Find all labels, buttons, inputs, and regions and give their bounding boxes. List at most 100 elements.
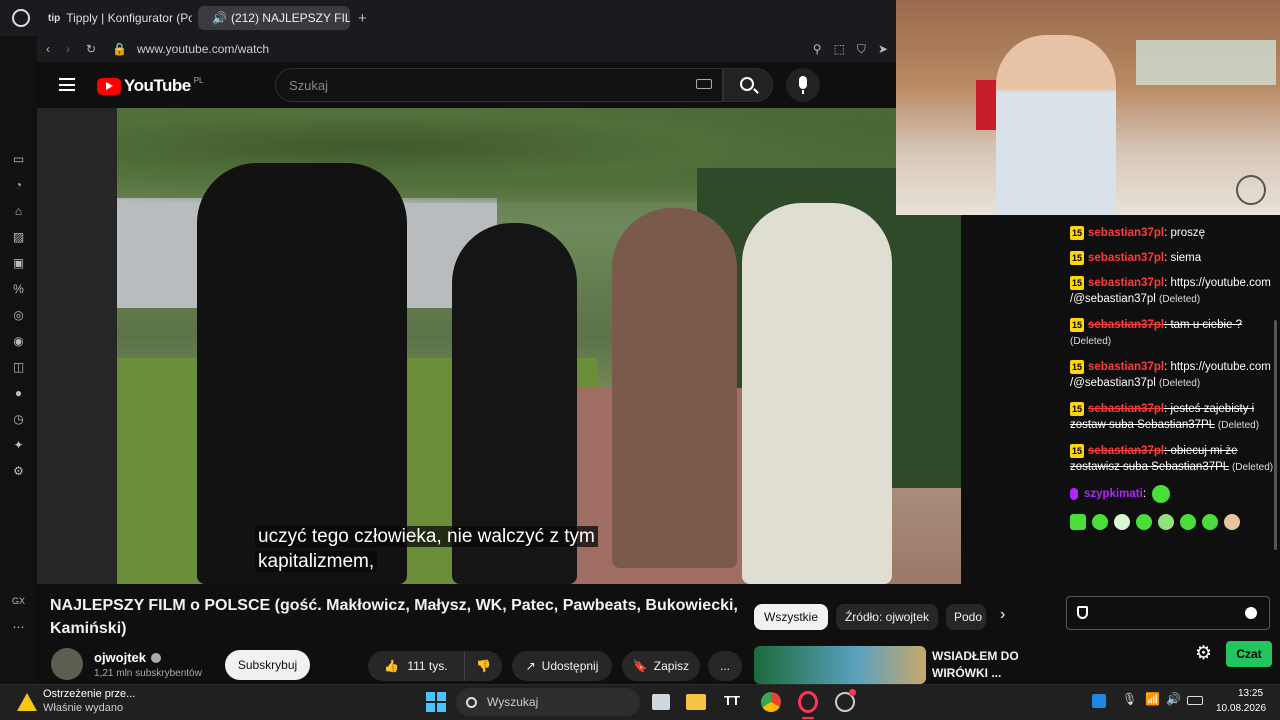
- like-button[interactable]: 👍 111 tys.: [368, 651, 464, 681]
- thumbs-down-icon: 👎: [476, 659, 491, 673]
- battery-icon[interactable]: [1187, 696, 1203, 705]
- menu-icon[interactable]: [59, 78, 75, 91]
- search-button[interactable]: [723, 68, 773, 102]
- settings-icon[interactable]: ⚙: [11, 463, 27, 479]
- channel-name[interactable]: ojwojtek: [94, 650, 162, 665]
- sub-badge-icon: 15: [1070, 443, 1084, 458]
- tab-label: (212) NAJLEPSZY FILM: [230, 11, 350, 25]
- channel-avatar[interactable]: [51, 648, 83, 680]
- clock-time[interactable]: 13:25: [1238, 688, 1263, 699]
- cards-icon[interactable]: ▨: [11, 229, 27, 245]
- volume-icon[interactable]: 🔊: [1166, 692, 1181, 706]
- url-field[interactable]: www.youtube.com/watch: [137, 42, 269, 56]
- chat-username[interactable]: sebastian37pl: [1088, 445, 1164, 457]
- back-icon[interactable]: ‹: [46, 42, 50, 56]
- more-actions-button[interactable]: ...: [708, 651, 742, 681]
- tidal-icon[interactable]: TT: [724, 693, 740, 708]
- warning-icon[interactable]: [17, 693, 37, 711]
- sub-badge-icon: 15: [1070, 225, 1084, 240]
- emote-row: [1064, 510, 1280, 534]
- chip-source[interactable]: Źródło: ojwojtek: [836, 604, 938, 630]
- gamepad-icon[interactable]: ▭: [11, 151, 27, 167]
- chat-username[interactable]: sebastian37pl: [1088, 361, 1164, 373]
- shield-icon[interactable]: ⛉: [857, 42, 866, 57]
- send-icon[interactable]: ➤: [878, 42, 888, 56]
- more-icon[interactable]: ⋯: [11, 619, 27, 635]
- snapshot-icon[interactable]: ⬚: [834, 42, 845, 56]
- chat-send-button[interactable]: Czat: [1226, 641, 1272, 667]
- chat-message: 15 sebastian37pl: https://youtube.com /@s…: [1064, 273, 1280, 310]
- shield-icon[interactable]: [1077, 606, 1088, 619]
- notification-title[interactable]: Ostrzeżenie prze...: [43, 688, 135, 700]
- channel-name-text: ojwojtek: [94, 650, 147, 665]
- sub-badge-icon: 15: [1070, 250, 1084, 265]
- chat-username[interactable]: sebastian37pl: [1088, 277, 1164, 289]
- new-tab-button[interactable]: +: [358, 10, 367, 27]
- taskbar-search[interactable]: Wyszukaj: [456, 688, 640, 716]
- smiley-emote-icon: [1152, 485, 1171, 503]
- video-player[interactable]: [37, 108, 961, 584]
- recommended-title-line-1: WSIADŁEM DO: [932, 649, 1019, 663]
- bag-icon[interactable]: ⌂: [11, 203, 27, 219]
- extensions-icon[interactable]: ✦: [11, 437, 27, 453]
- stream-chat: 15 sebastian37pl: proszę 15 sebastian37pl:…: [1064, 215, 1280, 593]
- pin-icon[interactable]: ⚲: [813, 42, 822, 56]
- chat-input[interactable]: [1066, 596, 1270, 630]
- keyboard-icon[interactable]: [696, 79, 712, 89]
- youtube-logo-text: YouTube: [124, 76, 191, 95]
- subscribe-button[interactable]: Subskrybuj: [225, 650, 310, 680]
- tab-youtube[interactable]: 🔊 (212) NAJLEPSZY FILM: [198, 6, 350, 30]
- address-bar: ‹ › ↻ 🔒 www.youtube.com/watch ⚲ ⬚ ⛉ ➤: [36, 36, 896, 62]
- chip-all[interactable]: Wszystkie: [754, 604, 828, 630]
- chat-settings-icon[interactable]: ⚙: [1195, 642, 1212, 665]
- sub-badge-icon: 15: [1070, 359, 1084, 374]
- tipply-favicon-icon: tip: [48, 12, 61, 24]
- whatsapp-icon[interactable]: ◉: [11, 333, 27, 349]
- recommended-thumbnail[interactable]: [754, 646, 926, 684]
- opera-gx-icon[interactable]: [798, 691, 818, 713]
- chat-username[interactable]: szypkimati: [1084, 486, 1143, 502]
- person-white-sweater: [742, 203, 892, 584]
- voice-search-button[interactable]: [786, 68, 820, 102]
- save-button[interactable]: 🔖 Zapisz: [622, 651, 700, 681]
- music-icon[interactable]: ▣: [11, 255, 27, 271]
- task-view-icon[interactable]: [652, 694, 670, 710]
- reload-icon[interactable]: ↻: [86, 42, 96, 56]
- youtube-play-icon: [97, 77, 121, 95]
- forward-icon[interactable]: ›: [66, 42, 70, 56]
- clock-icon[interactable]: ◷: [11, 411, 27, 427]
- tab-tipply[interactable]: tip Tipply | Konfigurator (Powe: [40, 6, 192, 30]
- wifi-icon[interactable]: 📶: [1145, 692, 1160, 706]
- chat-username[interactable]: sebastian37pl: [1088, 227, 1164, 239]
- youtube-logo[interactable]: YouTube PL: [97, 76, 204, 96]
- history-icon[interactable]: ◔: [11, 177, 27, 193]
- browser-tab-bar: tip Tipply | Konfigurator (Powe 🔊 (212) …: [0, 0, 896, 36]
- share-button[interactable]: ↗ Udostępnij: [512, 651, 612, 681]
- opera-sidebar: ▭ ◔ ⌂ ▨ ▣ % ◎ ◉ ◫ ● ◷ ✦ ⚙ GX ⋯: [0, 36, 37, 684]
- tray-mic-icon[interactable]: 🎙: [1122, 692, 1137, 706]
- chat-username[interactable]: sebastian37pl: [1088, 319, 1164, 331]
- file-explorer-icon[interactable]: [686, 694, 706, 710]
- chat-scrollbar[interactable]: [1274, 320, 1277, 550]
- chip-similar[interactable]: Podo: [946, 604, 986, 630]
- chat-username[interactable]: sebastian37pl: [1088, 252, 1164, 264]
- emoji-icon[interactable]: [1245, 607, 1257, 619]
- dislike-button[interactable]: 👎: [464, 651, 502, 681]
- tray-app-icon[interactable]: [1092, 694, 1106, 708]
- thumbs-up-icon: 👍: [384, 659, 400, 673]
- recommended-title[interactable]: WSIADŁEM DO WIRÓWKI ...: [932, 648, 1019, 682]
- chrome-icon[interactable]: [761, 692, 781, 712]
- spotify-icon[interactable]: ●: [11, 385, 27, 401]
- chat-username[interactable]: sebastian37pl: [1088, 403, 1164, 415]
- instagram-icon[interactable]: ◫: [11, 359, 27, 375]
- messenger-icon[interactable]: ◎: [11, 307, 27, 323]
- percent-icon[interactable]: %: [11, 281, 27, 297]
- chevron-right-icon[interactable]: ›: [1000, 606, 1005, 624]
- start-windows-icon[interactable]: [426, 692, 446, 712]
- verified-icon: [151, 652, 162, 663]
- clock-date[interactable]: 10.08.2026: [1216, 703, 1266, 714]
- search-input[interactable]: Szukaj: [275, 68, 723, 102]
- gx-icon[interactable]: GX: [11, 593, 27, 609]
- opera-logo-icon[interactable]: [12, 9, 30, 27]
- deleted-tag: (Deleted): [1231, 462, 1274, 473]
